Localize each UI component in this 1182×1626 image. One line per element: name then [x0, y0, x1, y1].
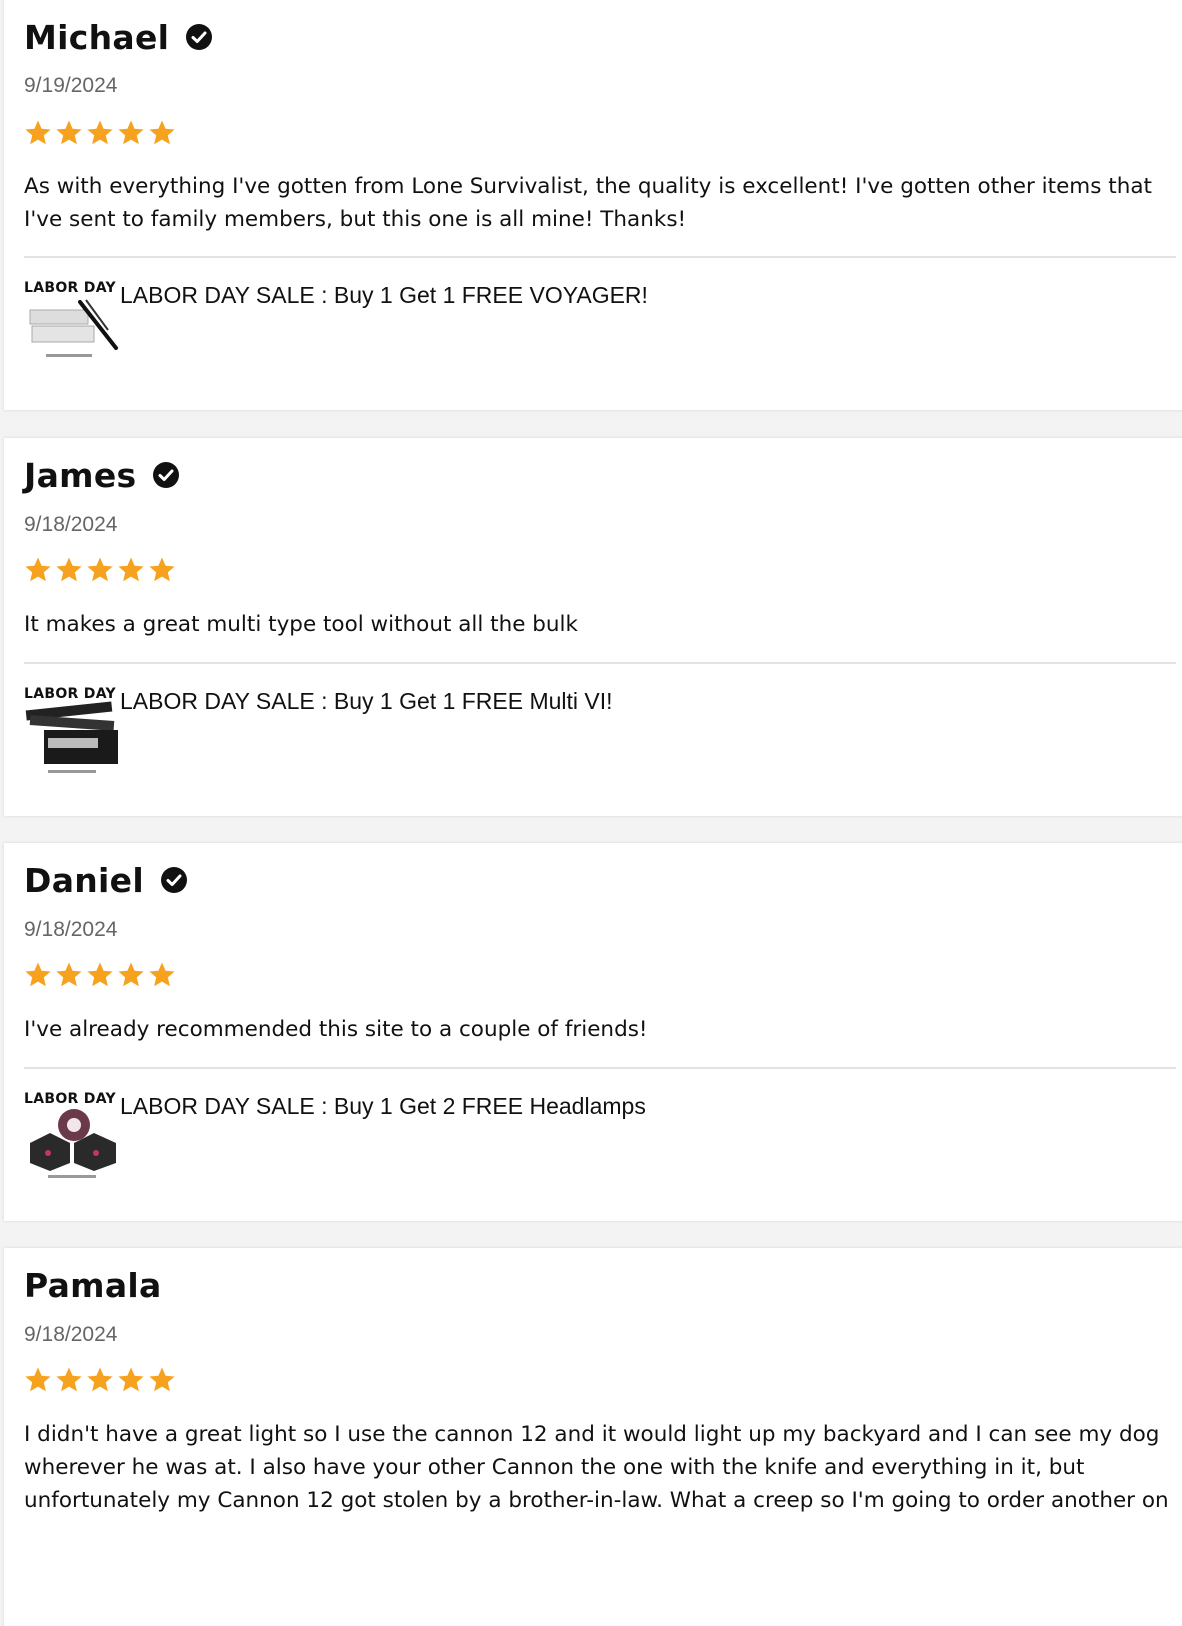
reviewer-name: James — [24, 455, 137, 495]
star-icon — [56, 120, 82, 145]
divider — [24, 256, 1176, 258]
reviewer-name: Pamala — [24, 1265, 162, 1305]
star-icon — [118, 557, 144, 582]
review-card: Pamala 9/18/2024 I didn't have a great l… — [4, 1248, 1182, 1626]
star-rating — [24, 961, 176, 989]
review-date: 9/18/2024 — [24, 513, 118, 536]
product-title[interactable]: LABOR DAY SALE : Buy 1 Get 2 FREE Headla… — [120, 1093, 646, 1120]
review-body: I didn't have a great light so I use the… — [24, 1422, 1169, 1513]
product-link[interactable]: LABOR DAY LABOR DAY SALE : Buy 1 Get 1 F… — [24, 280, 648, 370]
star-rating — [24, 556, 176, 584]
review-body: I've already recommended this site to a … — [24, 1017, 648, 1042]
star-icon — [118, 1367, 144, 1392]
star-icon — [118, 962, 144, 987]
verified-badge-icon — [186, 24, 213, 50]
star-icon — [56, 1367, 82, 1392]
star-rating — [24, 119, 176, 147]
review-date: 9/18/2024 — [24, 918, 118, 941]
star-icon — [87, 1367, 113, 1392]
verified-badge-icon — [160, 867, 187, 893]
star-icon — [118, 120, 144, 145]
star-icon — [56, 962, 82, 987]
star-icon — [149, 1367, 175, 1392]
divider — [24, 1067, 1176, 1069]
review-card: James 9/18/2024 It makes a great multi t… — [4, 438, 1182, 816]
star-icon — [149, 557, 175, 582]
product-link[interactable]: LABOR DAY LABOR DAY SALE : Buy 1 Get 1 F… — [24, 686, 613, 776]
reviewer-name: Michael — [24, 17, 170, 57]
review-date: 9/18/2024 — [24, 1323, 118, 1346]
multi-vi-product-icon — [25, 701, 118, 773]
product-thumbnail[interactable]: LABOR DAY — [24, 1091, 120, 1181]
reviewer-row: Michael — [24, 14, 213, 60]
product-title[interactable]: LABOR DAY SALE : Buy 1 Get 1 FREE Multi … — [120, 688, 613, 715]
reviewer-name: Daniel — [24, 860, 144, 900]
review-date: 9/19/2024 — [24, 74, 118, 97]
star-icon — [149, 120, 175, 145]
star-icon — [149, 962, 175, 987]
reviewer-row: James — [24, 452, 180, 498]
reviewer-row: Daniel — [24, 857, 188, 903]
voyager-product-icon — [29, 299, 118, 357]
divider — [24, 662, 1176, 664]
star-icon — [87, 962, 113, 987]
product-thumbnail[interactable]: LABOR DAY — [24, 280, 120, 370]
product-title[interactable]: LABOR DAY SALE : Buy 1 Get 1 FREE VOYAGE… — [120, 282, 648, 309]
reviews-list: Michael 9/19/2024 As with everything I'v… — [0, 0, 1182, 1626]
product-thumbnail[interactable]: LABOR DAY — [24, 686, 120, 776]
star-icon — [25, 557, 51, 582]
star-icon — [87, 557, 113, 582]
reviewer-row: Pamala — [24, 1262, 162, 1308]
star-icon — [56, 557, 82, 582]
headlamp-product-icon — [30, 1109, 116, 1178]
star-icon — [25, 1367, 51, 1392]
review-card: Daniel 9/18/2024 I've already recommende… — [4, 843, 1182, 1221]
star-icon — [25, 120, 51, 145]
verified-badge-icon — [153, 462, 180, 488]
star-icon — [87, 120, 113, 145]
product-link[interactable]: LABOR DAY LABOR DAY SALE : Buy 1 Get 2 F… — [24, 1091, 646, 1181]
star-icon — [25, 962, 51, 987]
review-body: It makes a great multi type tool without… — [24, 612, 578, 637]
star-rating — [24, 1366, 176, 1394]
review-body: As with everything I've gotten from Lone… — [24, 174, 1152, 232]
review-card: Michael 9/19/2024 As with everything I'v… — [4, 0, 1182, 410]
